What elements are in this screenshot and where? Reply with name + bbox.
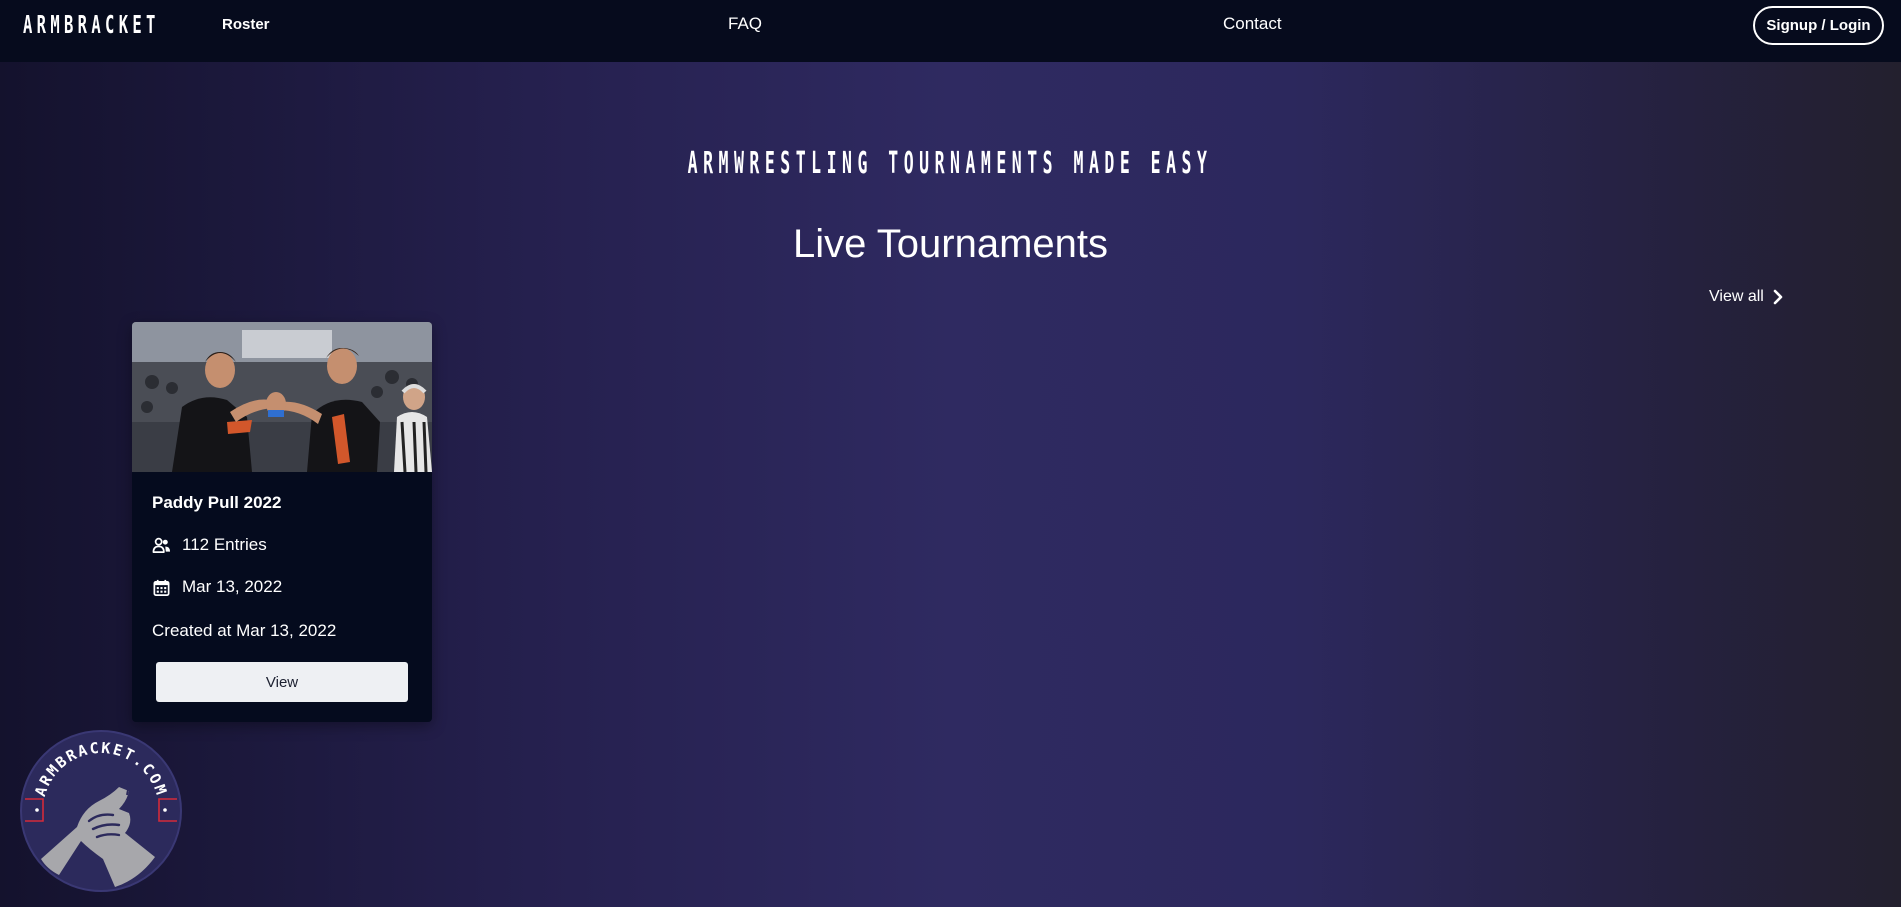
armbracket-badge[interactable]: ARMBRACKET.COM ARMBRACKET.COM [19, 729, 183, 893]
chevron-right-icon [1773, 289, 1783, 305]
view-all-label: View all [1709, 288, 1764, 305]
armwrestling-photo-icon [132, 322, 432, 472]
date-row: Mar 13, 2022 [152, 577, 282, 597]
tournament-name[interactable]: Paddy Pull 2022 [152, 493, 281, 513]
view-all-link[interactable]: View all [1709, 288, 1784, 306]
nav-contact[interactable]: Contact [1223, 14, 1282, 34]
view-tournament-button[interactable]: View [156, 662, 408, 702]
tournament-card: Paddy Pull 2022 112 Entries Mar 13, 2022… [132, 322, 432, 722]
nav-roster[interactable]: Roster [222, 16, 270, 33]
tournament-image [132, 322, 432, 472]
entries-count: 112 Entries [182, 535, 267, 554]
created-at: Created at Mar 13, 2022 [152, 621, 337, 640]
tagline-text: ARMWRESTLING TOURNAMENTS MADE EASY [688, 146, 1213, 181]
badge-text: ARMBRACKET.COM [183, 729, 184, 730]
section-title: Live Tournaments [793, 222, 1108, 266]
tournament-date: Mar 13, 2022 [182, 577, 283, 596]
entries-row: 112 Entries [152, 535, 267, 555]
armwrestling-hands-logo-icon: ARMBRACKET.COM [20, 730, 182, 892]
navbar: ARMBRACKET Roster FAQ Contact Signup / L… [0, 0, 1901, 62]
brand-logo[interactable]: ARMBRACKET [23, 10, 160, 39]
signup-login-button[interactable]: Signup / Login [1753, 6, 1884, 45]
calendar-icon [153, 579, 170, 596]
tagline: ARMWRESTLING TOURNAMENTS MADE EASY [0, 146, 1901, 181]
users-icon [152, 537, 171, 553]
nav-faq[interactable]: FAQ [728, 14, 762, 34]
